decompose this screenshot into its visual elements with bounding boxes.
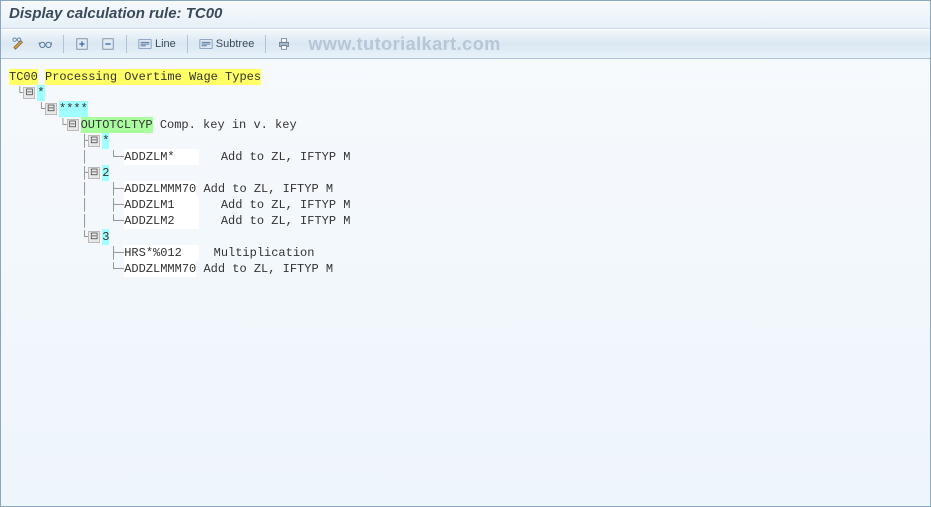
line-label: Line — [155, 38, 176, 50]
pencil-glasses-icon — [12, 37, 26, 51]
tree-leaf[interactable]: │ ├─ ADDZLMMM70 Add to ZL, IFTYP M — [9, 181, 922, 197]
title-bar: Display calculation rule: TC00 — [1, 1, 930, 29]
print-button[interactable] — [272, 34, 296, 54]
tree-leaf[interactable]: └─ ADDZLMMM70 Add to ZL, IFTYP M — [9, 261, 922, 277]
root-desc: Processing Overtime Wage Types — [45, 69, 261, 85]
tree-leaf[interactable]: │ └─ ADDZLM* Add to ZL, IFTYP M — [9, 149, 922, 165]
root-code: TC00 — [9, 69, 38, 85]
collapse-icon — [101, 37, 115, 51]
tree-node[interactable]: ├ ⊟ 2 — [9, 165, 922, 181]
separator — [126, 35, 127, 53]
tree-node[interactable]: └ ⊟ * — [9, 85, 922, 101]
glasses-icon — [38, 37, 52, 51]
separator — [265, 35, 266, 53]
expand-node-icon[interactable]: ⊟ — [88, 135, 100, 147]
tree-node[interactable]: ├ ⊟ * — [9, 133, 922, 149]
leaf-desc: Add to ZL, IFTYP M — [221, 149, 351, 165]
tree-node[interactable]: └ ⊟ 3 — [9, 229, 922, 245]
node-label: **** — [59, 101, 88, 117]
separator — [63, 35, 64, 53]
node-code: OUTOTCLTYP — [81, 117, 153, 133]
leaf-code: ADDZLM1 — [124, 197, 199, 213]
line-button[interactable]: Line — [133, 34, 181, 54]
subtree-button[interactable]: Subtree — [194, 34, 260, 54]
tree-node[interactable]: └ ⊟ **** — [9, 101, 922, 117]
expand-button[interactable] — [70, 34, 94, 54]
tree-node[interactable]: └ ⊟ OUTOTCLTYP Comp. key in v. key — [9, 117, 922, 133]
leaf-code: ADDZLM2 — [124, 213, 199, 229]
collapse-button[interactable] — [96, 34, 120, 54]
node-label: 2 — [102, 165, 109, 181]
tree-leaf[interactable]: │ ├─ ADDZLM1 Add to ZL, IFTYP M — [9, 197, 922, 213]
leaf-desc: Multiplication — [214, 245, 315, 261]
tree-view: TC00 Processing Overtime Wage Types └ ⊟ … — [1, 59, 930, 287]
expand-node-icon[interactable]: ⊟ — [67, 119, 79, 131]
toolbar: Line Subtree www.tutorialkart.com — [1, 29, 930, 59]
expand-node-icon[interactable]: ⊟ — [45, 103, 57, 115]
subtree-icon — [199, 37, 213, 51]
node-label: 3 — [102, 229, 109, 245]
leaf-code: ADDZLMMM70 — [124, 261, 196, 277]
tree-leaf[interactable]: ├─ HRS*%012 Multiplication — [9, 245, 922, 261]
tree-leaf[interactable]: │ └─ ADDZLM2 Add to ZL, IFTYP M — [9, 213, 922, 229]
leaf-desc: Add to ZL, IFTYP M — [203, 181, 333, 197]
node-desc: Comp. key in v. key — [160, 117, 297, 133]
leaf-desc: Add to ZL, IFTYP M — [203, 261, 333, 277]
leaf-code: ADDZLM* — [124, 149, 199, 165]
subtree-label: Subtree — [216, 38, 255, 50]
node-label: * — [37, 85, 44, 101]
page-title: Display calculation rule: TC00 — [9, 5, 222, 22]
expand-icon — [75, 37, 89, 51]
leaf-desc: Add to ZL, IFTYP M — [221, 197, 351, 213]
expand-node-icon[interactable]: ⊟ — [88, 167, 100, 179]
edit-button[interactable] — [7, 34, 31, 54]
expand-node-icon[interactable]: ⊟ — [88, 231, 100, 243]
expand-node-icon[interactable]: ⊟ — [23, 87, 35, 99]
line-icon — [138, 37, 152, 51]
watermark: www.tutorialkart.com — [308, 34, 500, 55]
leaf-code: HRS*%012 — [124, 245, 199, 261]
node-label: * — [102, 133, 109, 149]
print-icon — [277, 37, 291, 51]
leaf-desc: Add to ZL, IFTYP M — [221, 213, 351, 229]
display-button[interactable] — [33, 34, 57, 54]
leaf-code: ADDZLMMM70 — [124, 181, 196, 197]
tree-root[interactable]: TC00 Processing Overtime Wage Types — [9, 69, 922, 85]
separator — [187, 35, 188, 53]
